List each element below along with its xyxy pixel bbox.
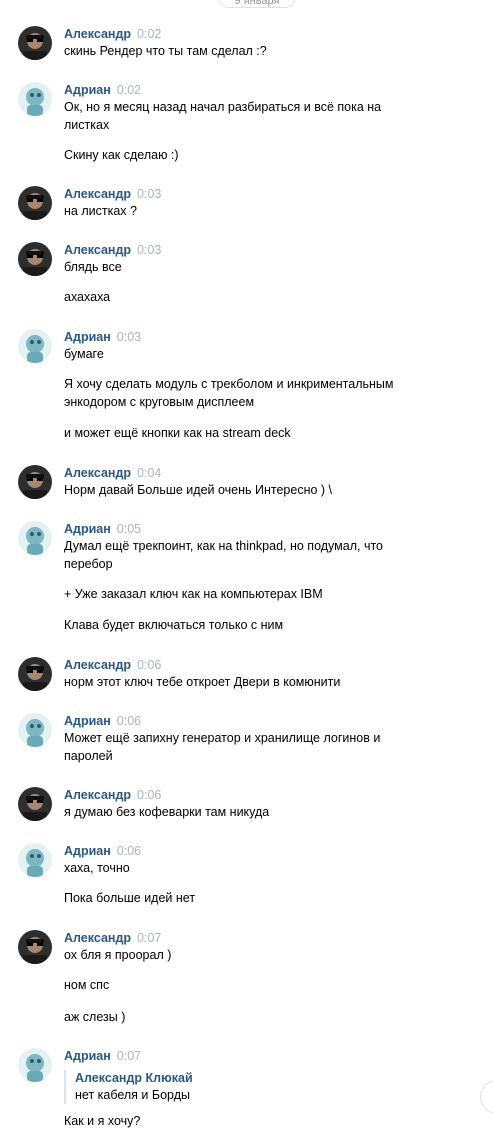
avatar[interactable] — [18, 329, 52, 363]
message-text: Как и я хочу? — [64, 1114, 141, 1128]
message-time[interactable]: 0:06 — [137, 658, 161, 672]
avatar[interactable] — [18, 930, 52, 964]
author-name[interactable]: Адриан — [64, 522, 111, 536]
message-time[interactable]: 0:06 — [117, 714, 141, 728]
message-text: Я хочу сделать модуль с трекболом и инкр… — [64, 377, 394, 391]
message-header: Александр 0:06 — [64, 657, 161, 673]
author-name[interactable]: Александр — [64, 658, 131, 672]
message-time[interactable]: 0:06 — [117, 844, 141, 858]
author-name[interactable]: Адриан — [64, 714, 111, 728]
avatar[interactable] — [18, 242, 52, 276]
message-text: + Уже заказал ключ как на компьютерах IB… — [64, 587, 323, 601]
avatar[interactable] — [18, 521, 52, 555]
message-time[interactable]: 0:02 — [137, 27, 161, 41]
author-name[interactable]: Адриан — [64, 1049, 111, 1063]
message-text: на листках ? — [64, 204, 137, 218]
forwarded-quote[interactable]: Александр Клюкай нет кабеля и Борды — [64, 1070, 424, 1104]
message-header: Александр 0:04 — [64, 465, 161, 481]
message-text: перебор — [64, 557, 113, 571]
author-name[interactable]: Александр — [64, 788, 131, 802]
message-time[interactable]: 0:07 — [137, 931, 161, 945]
message-header: Александр 0:07 — [64, 930, 161, 946]
author-name[interactable]: Александр — [64, 243, 131, 257]
message-text: норм этот ключ тебе откроет Двери в комю… — [64, 675, 341, 689]
message-time[interactable]: 0:03 — [137, 243, 161, 257]
message-time[interactable]: 0:03 — [117, 330, 141, 344]
message-header: Александр 0:06 — [64, 787, 161, 803]
message-text: и может ещё кнопки как на stream deck — [64, 426, 291, 440]
message-time[interactable]: 0:03 — [137, 187, 161, 201]
quote-author[interactable]: Александр Клюкай — [75, 1070, 424, 1086]
message-header: Адриан 0:06 — [64, 713, 141, 729]
message-header: Александр 0:02 — [64, 26, 161, 42]
author-name[interactable]: Адриан — [64, 83, 111, 97]
message-text: хаха, точно — [64, 861, 130, 875]
avatar[interactable] — [18, 843, 52, 877]
message-header: Адриан 0:03 — [64, 329, 141, 345]
message-text: паролей — [64, 749, 113, 763]
avatar[interactable] — [18, 713, 52, 747]
message-time[interactable]: 0:02 — [117, 83, 141, 97]
author-name[interactable]: Александр — [64, 466, 131, 480]
author-name[interactable]: Адриан — [64, 330, 111, 344]
message-text: ном спс — [64, 978, 110, 992]
avatar[interactable] — [18, 26, 52, 60]
message-text: Скину как сделаю :) — [64, 148, 179, 162]
message-header: Адриан 0:07 — [64, 1048, 141, 1064]
message-text: скинь Рендер что ты там сделал :? — [64, 44, 267, 58]
avatar[interactable] — [18, 186, 52, 220]
avatar[interactable] — [18, 657, 52, 691]
message-text: бумаге — [64, 347, 104, 361]
message-header: Александр 0:03 — [64, 242, 161, 258]
message-time[interactable]: 0:05 — [117, 522, 141, 536]
date-divider: 9 января — [218, 0, 296, 8]
message-text: аж слезы ) — [64, 1010, 126, 1024]
avatar[interactable] — [18, 787, 52, 821]
message-text: Может ещё запихну генератор и хранилище … — [64, 731, 381, 745]
message-header: Александр 0:03 — [64, 186, 161, 202]
message-header: Адриан 0:06 — [64, 843, 141, 859]
message-text: блядь все — [64, 260, 122, 274]
quote-text: нет кабеля и Борды — [75, 1088, 190, 1102]
author-name[interactable]: Александр — [64, 931, 131, 945]
author-name[interactable]: Александр — [64, 27, 131, 41]
author-name[interactable]: Александр — [64, 187, 131, 201]
message-text: Норм давай Больше идей очень Интересно )… — [64, 483, 333, 497]
message-time[interactable]: 0:07 — [117, 1049, 141, 1063]
message-text: я думаю без кофеварки там никуда — [64, 805, 270, 819]
message-text: ахахаха — [64, 290, 111, 304]
message-text: ох бля я проорал ) — [64, 948, 172, 962]
avatar[interactable] — [18, 82, 52, 116]
message-time[interactable]: 0:04 — [137, 466, 161, 480]
message-time[interactable]: 0:06 — [137, 788, 161, 802]
avatar[interactable] — [18, 1048, 52, 1082]
message-header: Адриан 0:05 — [64, 521, 141, 537]
message-text: Пока больше идей нет — [64, 891, 196, 905]
message-text: Клава будет включаться только с ним — [64, 618, 284, 632]
scroll-down-button[interactable] — [480, 1080, 493, 1114]
avatar[interactable] — [18, 465, 52, 499]
message-text: энкодором с круговым дисплеем — [64, 395, 255, 409]
author-name[interactable]: Адриан — [64, 844, 111, 858]
message-text: Ок, но я месяц назад начал разбираться и… — [64, 100, 382, 114]
message-text: листках — [64, 118, 110, 132]
message-text: Думал ещё трекпоинт, как на thinkpad, но… — [64, 539, 383, 553]
message-header: Адриан 0:02 — [64, 82, 141, 98]
